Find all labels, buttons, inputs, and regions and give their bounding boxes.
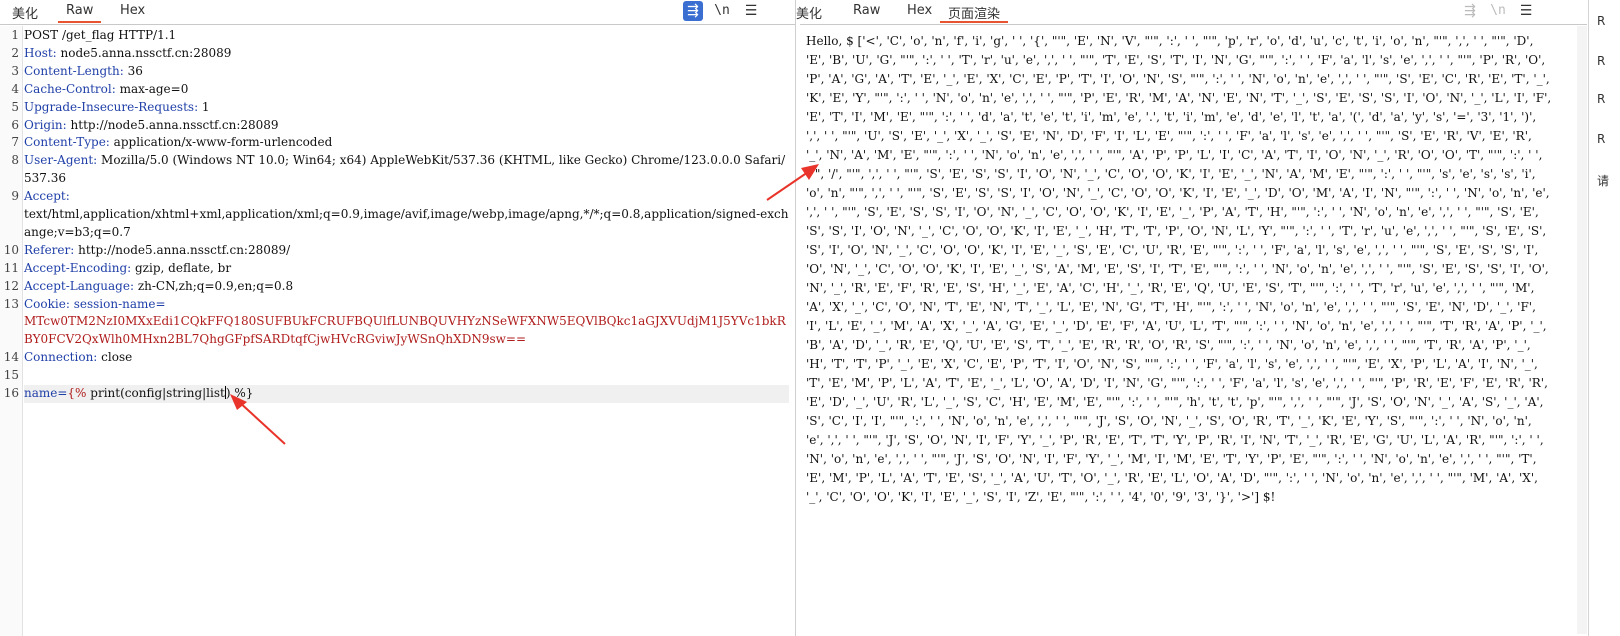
request-pane: 美化 Raw Hex ⇶ \n ☰ 1 POST /get_flag HTTP/1…: [0, 0, 796, 636]
code-token: POST /get_flag HTTP/1.1: [24, 28, 177, 42]
line-number: 8: [11, 153, 19, 168]
code-line[interactable]: Content-Length: 36: [24, 63, 789, 81]
line-number: 10: [3, 242, 19, 257]
line-number: 12: [3, 278, 19, 293]
line-number: 9: [11, 189, 19, 204]
code-token: Upgrade-Insecure-Requests:: [24, 99, 199, 114]
tab-hex[interactable]: Hex: [112, 3, 153, 18]
tab-hex[interactable]: Hex: [899, 3, 940, 18]
code-token: application/x-www-form-urlencoded: [109, 135, 333, 150]
menu-icon[interactable]: ☰: [741, 1, 761, 21]
code-line[interactable]: Origin: http://node5.anna.nssctf.cn:2808…: [24, 117, 789, 135]
line-number: 11: [3, 260, 19, 275]
response-tabbar: 美化 Raw Hex 页面渲染 ⇶ \n ☰: [796, 0, 1587, 25]
code-line[interactable]: Accept-Language: zh-CN,zh;q=0.9,en;q=0.8: [24, 278, 789, 296]
line-number: 4: [11, 81, 19, 96]
code-token: Cache-Control:: [24, 81, 116, 96]
line-number: 14: [3, 350, 19, 365]
code-token: MTcw0TM2NzI0MXxEdi1CQkFFQ180SUFBUkFCRUFB…: [24, 314, 786, 347]
code-line[interactable]: Referer: http://node5.anna.nssctf.cn:280…: [24, 242, 789, 260]
scrollbar[interactable]: [1577, 26, 1587, 634]
code-line[interactable]: Cache-Control: max-age=0: [24, 81, 789, 99]
code-token: Accept:: [24, 189, 70, 204]
code-token: Connection:: [24, 350, 98, 365]
edge-item[interactable]: R: [1597, 54, 1605, 68]
code-token: Origin:: [24, 117, 67, 132]
code-token: session-name=: [69, 296, 166, 311]
code-line[interactable]: Host: node5.anna.nssctf.cn:28089: [24, 45, 789, 63]
request-tabbar: 美化 Raw Hex ⇶ \n ☰: [0, 0, 795, 25]
line-number: 13: [3, 296, 19, 311]
tab-raw[interactable]: Raw: [58, 3, 102, 23]
line-number: 15: [3, 368, 19, 383]
code-token: http://node5.anna.nssctf.cn:28089: [66, 117, 279, 132]
tab-raw[interactable]: Raw: [845, 3, 888, 18]
annotation-arrow-icon: [766, 164, 819, 201]
code-token: Content-Length:: [24, 63, 124, 78]
edge-item[interactable]: 请: [1597, 172, 1609, 189]
edge-item[interactable]: R: [1597, 132, 1605, 146]
code-token: http://node5.anna.nssctf.cn:28089/: [74, 242, 291, 257]
code-token: zh-CN,zh;q=0.9,en;q=0.8: [134, 278, 294, 293]
code-token: Referer:: [24, 242, 75, 257]
code-token: node5.anna.nssctf.cn:28089: [56, 45, 232, 60]
line-number: 7: [11, 135, 19, 150]
annotation-arrow-icon: [230, 394, 286, 445]
code-token: 1: [198, 99, 210, 114]
line-number: 3: [11, 63, 19, 78]
tab-beautify[interactable]: 美化: [4, 3, 46, 22]
line-number: 6: [11, 117, 19, 132]
code-line[interactable]: Accept: text/html,application/xhtml+xml,…: [24, 188, 789, 242]
wrap-icon[interactable]: ⇶: [683, 1, 703, 21]
code-token: 36: [123, 63, 143, 78]
code-token: Host:: [24, 45, 57, 60]
code-token: User-Agent:: [24, 153, 98, 168]
code-line[interactable]: POST /get_flag HTTP/1.1: [24, 27, 789, 45]
code-token: Cookie:: [24, 296, 70, 311]
code-token: Accept-Language:: [24, 278, 135, 293]
code-token: {%: [67, 386, 87, 400]
code-token: gzip, deflate, br: [131, 260, 232, 275]
tab-beautify[interactable]: 美化: [788, 3, 830, 22]
code-line[interactable]: name={% print(config|string|list) %}: [24, 385, 789, 403]
code-line[interactable]: Content-Type: application/x-www-form-url…: [24, 134, 789, 152]
newline-icon[interactable]: \n: [712, 1, 732, 21]
code-line[interactable]: User-Agent: Mozilla/5.0 (Windows NT 10.0…: [24, 152, 789, 188]
edge-item[interactable]: R: [1597, 14, 1605, 28]
code-line[interactable]: Cookie: session-name= MTcw0TM2NzI0MXxEdi…: [24, 296, 789, 350]
inspector-edge: R R R R 请: [1588, 0, 1620, 636]
edge-item[interactable]: R: [1597, 92, 1605, 106]
code-token: Mozilla/5.0 (Windows NT 10.0; Win64; x64…: [24, 153, 786, 186]
line-number: 16: [3, 386, 19, 400]
code-token: text/html,application/xhtml+xml,applicat…: [24, 207, 789, 239]
line-number: 5: [11, 99, 19, 114]
code-token: Content-Type:: [24, 135, 110, 150]
line-number: 2: [11, 45, 19, 60]
code-token: print(config|string|list: [86, 386, 225, 400]
rendered-response-text: Hello, $ ['<', 'C', 'o', 'n', 'f', 'i', …: [806, 34, 1552, 504]
newline-icon[interactable]: \n: [1488, 1, 1508, 21]
code-token: Accept-Encoding:: [24, 260, 132, 275]
code-token: close: [97, 350, 133, 365]
code-token: name=: [24, 386, 68, 400]
tab-page-render[interactable]: 页面渲染: [940, 3, 1009, 23]
code-line[interactable]: Upgrade-Insecure-Requests: 1: [24, 99, 789, 117]
menu-icon[interactable]: ☰: [1516, 1, 1536, 21]
response-pane: 美化 Raw Hex 页面渲染 ⇶ \n ☰ Hello, $ ['<', 'C…: [796, 0, 1587, 636]
wrap-icon[interactable]: ⇶: [1460, 1, 1480, 21]
code-line[interactable]: Connection: close: [24, 349, 789, 367]
code-line[interactable]: Accept-Encoding: gzip, deflate, br: [24, 260, 789, 278]
line-number: 1: [11, 28, 19, 42]
code-token: max-age=0: [115, 81, 189, 96]
